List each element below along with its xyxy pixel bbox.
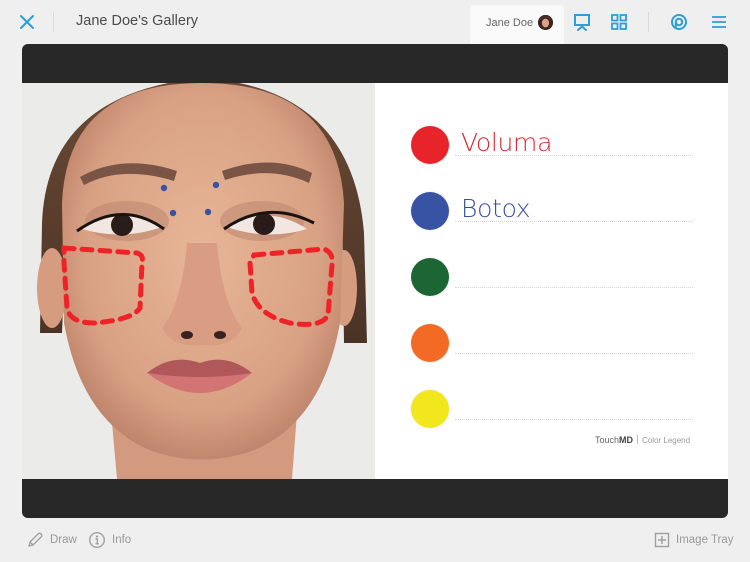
close-button[interactable] (17, 12, 37, 32)
legend-branding: TouchMD Color Legend (595, 435, 690, 445)
legend-color-swatch[interactable] (411, 126, 449, 164)
grid-icon (611, 14, 627, 30)
draw-button[interactable]: Draw (26, 530, 77, 550)
brand-name-bold: MD (619, 435, 634, 445)
chat-button[interactable] (669, 12, 689, 32)
close-icon (20, 15, 34, 29)
grid-view-button[interactable] (609, 12, 629, 32)
legend-item (411, 388, 701, 432)
image-tray-label: Image Tray (676, 534, 734, 546)
presentation-button[interactable] (572, 12, 592, 32)
image-viewer: Voluma Botox TouchMD Color Legend (22, 44, 728, 518)
avatar (538, 15, 553, 30)
legend-label[interactable]: Botox (461, 194, 531, 223)
legend-item (411, 322, 701, 366)
legend-item (411, 256, 701, 300)
legend-color-swatch[interactable] (411, 390, 449, 428)
legend-line (455, 287, 693, 288)
legend-subtitle: Color Legend (642, 436, 691, 445)
info-icon (88, 531, 106, 549)
patient-photo[interactable] (22, 83, 375, 479)
image-canvas[interactable]: Voluma Botox TouchMD Color Legend (22, 83, 728, 479)
injection-point[interactable] (169, 209, 177, 217)
info-label: Info (112, 534, 132, 546)
legend-line (455, 419, 693, 420)
injection-point[interactable] (160, 184, 168, 192)
legend-color-swatch[interactable] (411, 324, 449, 362)
legend-item: Voluma (411, 124, 701, 168)
divider (648, 12, 649, 32)
legend-line (455, 221, 693, 222)
gallery-app: Jane Doe's Gallery Jane Doe Voluma Botox… (0, 0, 750, 562)
page-title: Jane Doe's Gallery (76, 13, 199, 29)
injection-point[interactable] (204, 208, 212, 216)
pencil-icon (28, 532, 43, 547)
divider (53, 12, 54, 32)
color-legend: Voluma Botox TouchMD Color Legend (375, 83, 728, 479)
user-name: Jane Doe (486, 17, 534, 29)
brand-name-light: Touch (595, 435, 620, 445)
legend-line (455, 353, 693, 354)
image-tray-button[interactable]: Image Tray (654, 530, 734, 550)
legend-label[interactable]: Voluma (461, 128, 552, 157)
divider (637, 435, 639, 444)
chat-icon (671, 14, 687, 30)
legend-item: Botox (411, 190, 701, 234)
plus-square-icon (654, 532, 670, 548)
top-bar: Jane Doe's Gallery Jane Doe (0, 0, 750, 44)
draw-label: Draw (50, 534, 77, 546)
legend-color-swatch[interactable] (411, 258, 449, 296)
legend-line (455, 155, 693, 156)
bottom-toolbar: Draw Info Image Tray (0, 520, 750, 562)
injection-point[interactable] (212, 181, 220, 189)
presentation-icon (574, 14, 590, 31)
legend-color-swatch[interactable] (411, 192, 449, 230)
face-illustration (22, 83, 375, 479)
menu-button[interactable] (709, 12, 729, 32)
user-tab[interactable]: Jane Doe (470, 5, 564, 44)
hamburger-menu-icon (712, 16, 726, 28)
info-button[interactable]: Info (88, 530, 131, 550)
